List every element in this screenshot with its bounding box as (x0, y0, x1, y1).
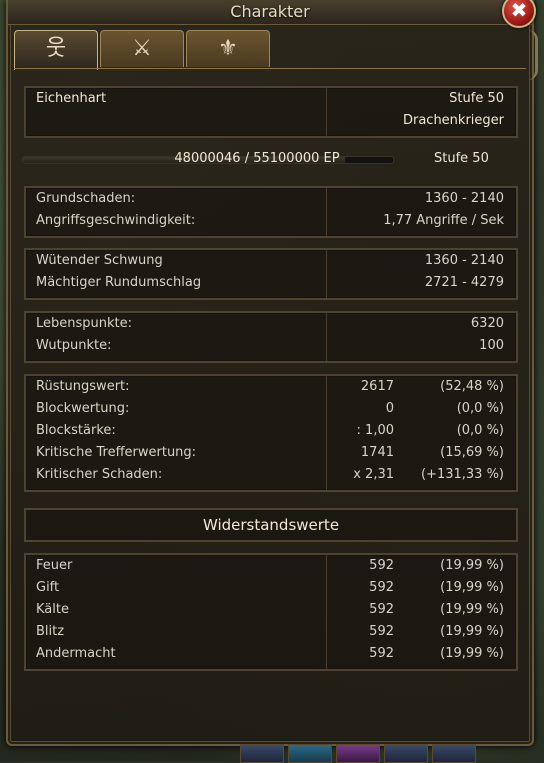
action-slot[interactable] (384, 744, 428, 763)
stat-label: Mächtiger Rundumschlag (36, 275, 202, 290)
character-name-row: Eichenhart Stufe 50 (26, 88, 516, 110)
character-class-row: Drachenkrieger (26, 110, 516, 132)
stat-value: 1741 (360, 445, 394, 460)
resources-box: Lebenspunkte: 6320 Wutpunkte: 100 (24, 311, 518, 363)
damage-box: Grundschaden: 1360 - 2140 Angriffsgeschw… (24, 186, 518, 238)
stat-value: 592 (369, 558, 394, 573)
stat-row: Wutpunkte: 100 (26, 335, 516, 357)
stat-row: Kälte 592 (19,99 %) (26, 599, 516, 621)
tab-achievements[interactable]: ⚜ (186, 30, 270, 67)
stat-row: Kritische Trefferwertung: 1741 (15,69 %) (26, 442, 516, 464)
stat-label: Kritischer Schaden: (36, 467, 163, 482)
stat-row: Gift 592 (19,99 %) (26, 577, 516, 599)
stat-label: Gift (36, 580, 60, 595)
character-info-box: Eichenhart Stufe 50 Drachenkrieger (24, 86, 518, 138)
stat-value: 0 (385, 401, 394, 416)
stat-row: Rüstungswert: 2617 (52,48 %) (26, 376, 516, 398)
stat-label: Andermacht (36, 646, 116, 661)
window-title: Charakter (230, 2, 310, 21)
stat-row: Kritischer Schaden: x 2,31 (+131,33 %) (26, 464, 516, 486)
stat-row: Blockstärke: : 1,00 (0,0 %) (26, 420, 516, 442)
experience-text: 48000046 / 55100000 EP (174, 151, 340, 166)
character-level: Stufe 50 (449, 91, 504, 106)
medal-icon: ⚜ (218, 36, 238, 61)
person-icon: 웃 (45, 36, 67, 61)
stat-label: Blockstärke: (36, 423, 116, 438)
stat-label: Wütender Schwung (36, 253, 163, 268)
stat-percent: (52,48 %) (440, 379, 504, 394)
window-titlebar[interactable]: Charakter (8, 0, 532, 25)
tab-combat[interactable]: ⚔ (100, 30, 184, 67)
stat-percent: (+131,33 %) (420, 467, 504, 482)
stat-value: 592 (369, 580, 394, 595)
experience-bar: 48000046 / 55100000 EP Stufe 50 (22, 150, 502, 168)
stat-percent: (19,99 %) (440, 580, 504, 595)
stat-value: 1,77 Angriffe / Sek (383, 213, 504, 228)
stat-value: 6320 (470, 316, 504, 331)
resistances-header: Widerstandswerte (24, 508, 518, 542)
stat-row: Andermacht 592 (19,99 %) (26, 643, 516, 665)
stat-row: Blitz 592 (19,99 %) (26, 621, 516, 643)
stat-percent: (19,99 %) (440, 624, 504, 639)
stat-value: 100 (479, 338, 504, 353)
action-slot[interactable] (240, 744, 284, 763)
action-bar-partial (240, 744, 540, 763)
stat-row: Grundschaden: 1360 - 2140 (26, 188, 516, 210)
resistances-title: Widerstandswerte (202, 516, 340, 534)
stat-label: Angriffsgeschwindigkeit: (36, 213, 196, 228)
stat-value: 592 (369, 646, 394, 661)
stat-percent: (0,0 %) (456, 401, 504, 416)
stat-value: 1360 - 2140 (424, 191, 504, 206)
stat-value: 1360 - 2140 (424, 253, 504, 268)
stat-label: Kälte (36, 602, 69, 617)
action-slot[interactable] (288, 744, 332, 763)
stat-label: Lebenspunkte: (36, 316, 133, 331)
defense-box: Rüstungswert: 2617 (52,48 %) Blockwertun… (24, 374, 518, 492)
crossed-swords-icon: ⚔ (132, 36, 152, 61)
stat-percent: (19,99 %) (440, 646, 504, 661)
stat-label: Rüstungswert: (36, 379, 130, 394)
stat-label: Blitz (36, 624, 65, 639)
stat-row: Lebenspunkte: 6320 (26, 313, 516, 335)
stat-percent: (19,99 %) (440, 558, 504, 573)
stat-value: 592 (369, 624, 394, 639)
experience-level: Stufe 50 (434, 151, 489, 166)
frame-ornament (521, 30, 538, 80)
stat-row: Blockwertung: 0 (0,0 %) (26, 398, 516, 420)
stat-value: 592 (369, 602, 394, 617)
stat-row: Feuer 592 (19,99 %) (26, 555, 516, 577)
stat-percent: (0,0 %) (456, 423, 504, 438)
character-name: Eichenhart (36, 91, 107, 106)
stat-label: Wutpunkte: (36, 338, 112, 353)
skills-box: Wütender Schwung 1360 - 2140 Mächtiger R… (24, 248, 518, 300)
resistances-box: Feuer 592 (19,99 %) Gift 592 (19,99 %) K… (24, 553, 518, 671)
stat-label: Blockwertung: (36, 401, 130, 416)
stat-label: Feuer (36, 558, 73, 573)
stat-value: : 1,00 (356, 423, 394, 438)
stat-row: Mächtiger Rundumschlag 2721 - 4279 (26, 272, 516, 294)
action-slot[interactable] (336, 744, 380, 763)
stat-label: Grundschaden: (36, 191, 136, 206)
stat-row: Wütender Schwung 1360 - 2140 (26, 250, 516, 272)
tab-separator (14, 68, 526, 69)
character-class: Drachenkrieger (402, 113, 504, 128)
stat-value: x 2,31 (353, 467, 394, 482)
close-icon: ✖ (510, 0, 528, 22)
stat-value: 2721 - 4279 (424, 275, 504, 290)
tab-character[interactable]: 웃 (14, 30, 98, 70)
stat-percent: (15,69 %) (440, 445, 504, 460)
stat-label: Kritische Trefferwertung: (36, 445, 197, 460)
stat-row: Angriffsgeschwindigkeit: 1,77 Angriffe /… (26, 210, 516, 232)
character-window: Charakter ✖ 웃 ⚔ ⚜ Eichenhart Stufe 50 Dr… (6, 0, 538, 746)
stat-value: 2617 (360, 379, 394, 394)
action-slot[interactable] (432, 744, 476, 763)
stat-percent: (19,99 %) (440, 602, 504, 617)
